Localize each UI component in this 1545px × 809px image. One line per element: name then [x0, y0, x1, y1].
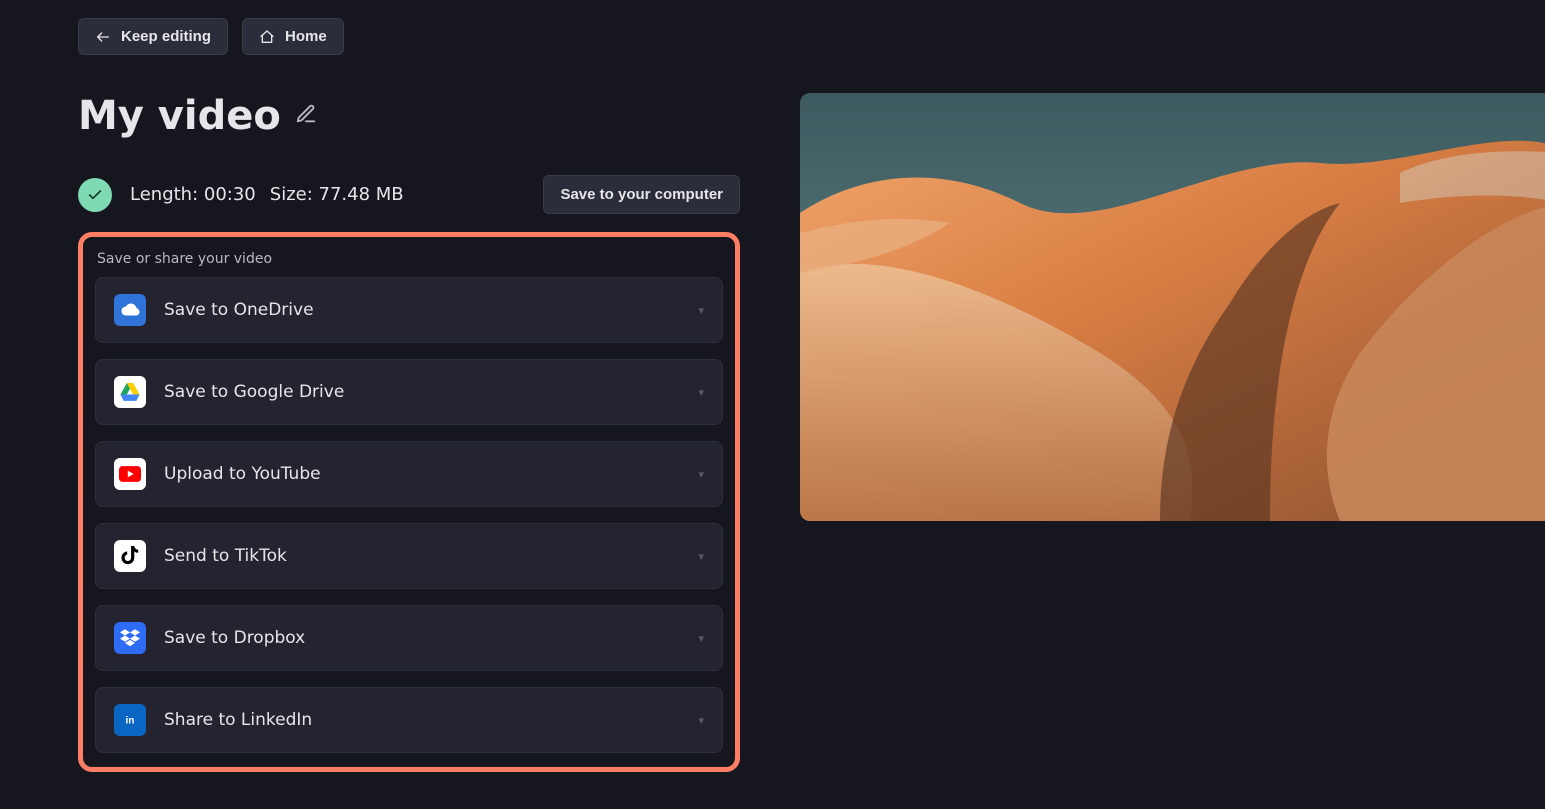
- svg-text:in: in: [126, 715, 135, 726]
- share-item-label: Share to LinkedIn: [164, 710, 680, 730]
- share-item-onedrive[interactable]: Save to OneDrive ▾: [95, 277, 723, 343]
- chevron-down-icon: ▾: [698, 550, 704, 563]
- onedrive-icon: [114, 294, 146, 326]
- share-item-linkedin[interactable]: in Share to LinkedIn ▾: [95, 687, 723, 753]
- chevron-down-icon: ▾: [698, 714, 704, 727]
- share-item-youtube[interactable]: Upload to YouTube ▾: [95, 441, 723, 507]
- video-preview-thumbnail[interactable]: [800, 93, 1545, 521]
- dropbox-icon: [114, 622, 146, 654]
- tiktok-icon: [114, 540, 146, 572]
- share-item-tiktok[interactable]: Send to TikTok ▾: [95, 523, 723, 589]
- share-item-label: Save to OneDrive: [164, 300, 680, 320]
- length-meta: Length: 00:30: [130, 184, 256, 205]
- chevron-down-icon: ▾: [698, 386, 704, 399]
- share-item-label: Send to TikTok: [164, 546, 680, 566]
- export-status-row: Length: 00:30 Size: 77.48 MB Save to you…: [78, 175, 740, 214]
- keep-editing-label: Keep editing: [121, 28, 211, 45]
- share-panel-heading: Save or share your video: [97, 251, 721, 267]
- save-to-computer-button[interactable]: Save to your computer: [543, 175, 740, 214]
- linkedin-icon: in: [114, 704, 146, 736]
- share-item-label: Save to Dropbox: [164, 628, 680, 648]
- share-item-label: Save to Google Drive: [164, 382, 680, 402]
- edit-title-icon[interactable]: [295, 103, 317, 129]
- size-meta: Size: 77.48 MB: [270, 184, 404, 205]
- success-check-icon: [78, 178, 112, 212]
- home-label: Home: [285, 28, 327, 45]
- share-item-google-drive[interactable]: Save to Google Drive ▾: [95, 359, 723, 425]
- page-title: My video: [78, 93, 281, 139]
- share-item-label: Upload to YouTube: [164, 464, 680, 484]
- chevron-down-icon: ▾: [698, 632, 704, 645]
- home-icon: [259, 29, 275, 45]
- arrow-left-icon: [95, 29, 111, 45]
- share-panel: Save or share your video Save to OneDriv…: [78, 232, 740, 772]
- share-options-list: Save to OneDrive ▾ Save to Google Drive …: [95, 277, 723, 753]
- youtube-icon: [114, 458, 146, 490]
- home-button[interactable]: Home: [242, 18, 344, 55]
- keep-editing-button[interactable]: Keep editing: [78, 18, 228, 55]
- chevron-down-icon: ▾: [698, 468, 704, 481]
- top-nav: Keep editing Home: [0, 0, 1545, 73]
- share-item-dropbox[interactable]: Save to Dropbox ▾: [95, 605, 723, 671]
- chevron-down-icon: ▾: [698, 304, 704, 317]
- google-drive-icon: [114, 376, 146, 408]
